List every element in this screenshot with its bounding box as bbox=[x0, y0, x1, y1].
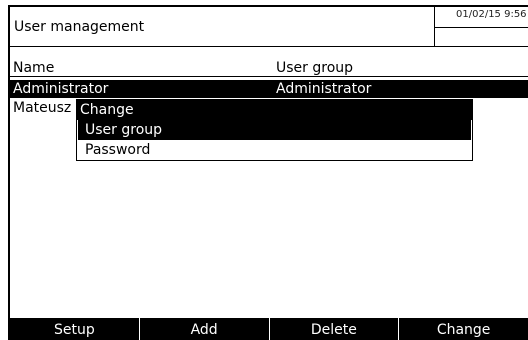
datetime-display: 01/02/15 9:56 bbox=[456, 9, 527, 20]
popup-title: Change bbox=[77, 100, 472, 120]
table-row[interactable]: Administrator Administrator bbox=[10, 80, 528, 98]
column-header-user-group: User group bbox=[276, 60, 354, 76]
change-button[interactable]: Change bbox=[399, 318, 528, 340]
user-name-cell: Mateusz bbox=[13, 100, 72, 116]
page-title: User management bbox=[14, 19, 145, 35]
datetime-box: 01/02/15 9:56 bbox=[434, 7, 528, 47]
menu-item-password[interactable]: Password bbox=[78, 140, 471, 160]
delete-button[interactable]: Delete bbox=[270, 318, 400, 340]
change-popup-menu: Change User group Password bbox=[76, 99, 473, 161]
user-management-screen: User management 01/02/15 9:56 Name User … bbox=[8, 5, 528, 340]
datetime-divider bbox=[435, 27, 528, 28]
softkey-bar: Setup Add Delete Change bbox=[10, 318, 528, 340]
menu-item-user-group[interactable]: User group bbox=[78, 120, 471, 140]
user-group-cell: Administrator bbox=[276, 81, 372, 97]
column-header-name: Name bbox=[13, 60, 55, 76]
add-button[interactable]: Add bbox=[140, 318, 270, 340]
user-name-cell: Administrator bbox=[13, 81, 109, 97]
header-bar: User management 01/02/15 9:56 bbox=[10, 7, 528, 47]
setup-button[interactable]: Setup bbox=[10, 318, 140, 340]
table-header: Name User group bbox=[10, 59, 528, 77]
